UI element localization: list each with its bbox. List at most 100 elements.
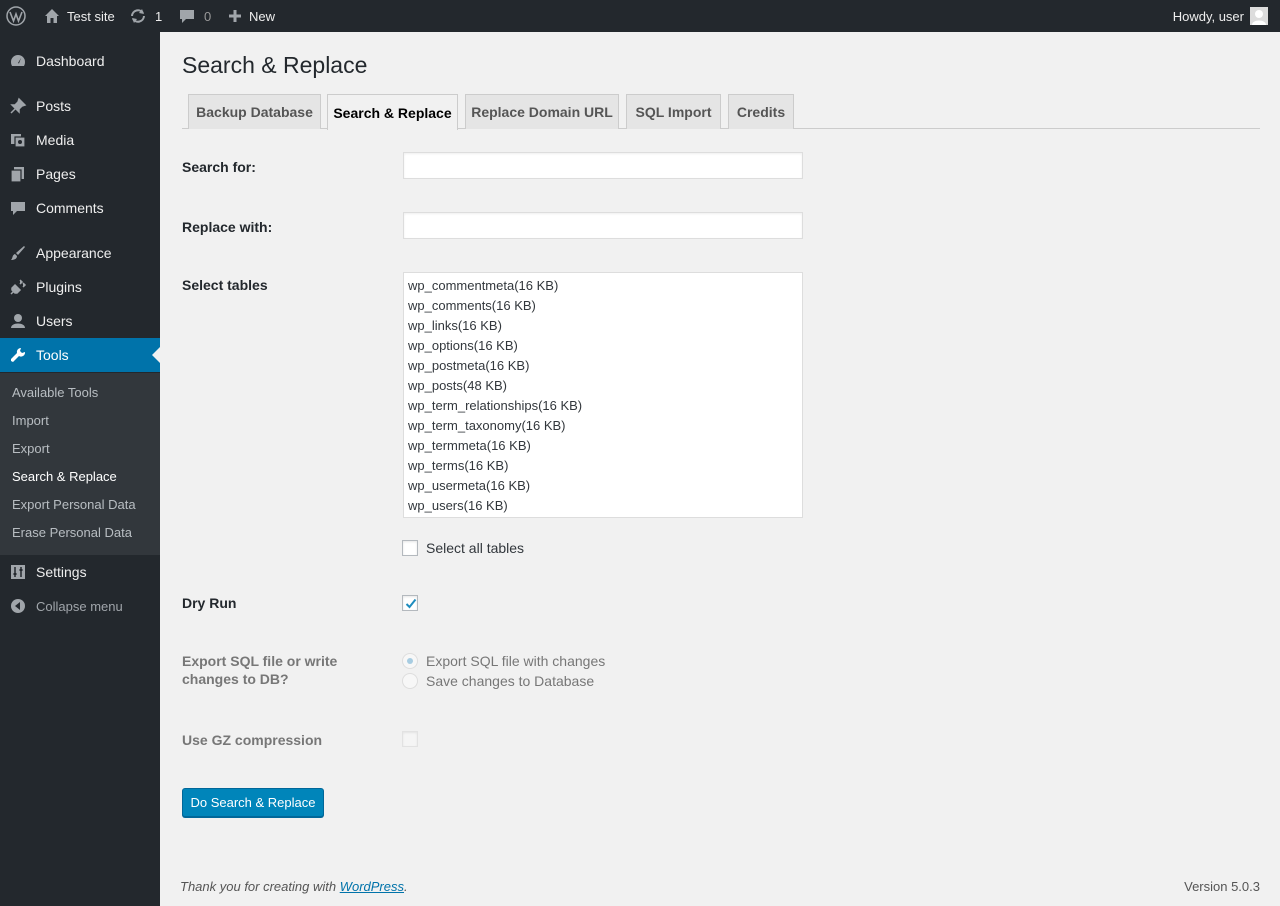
new-label: New <box>249 8 276 24</box>
tab-backup-database[interactable]: Backup Database <box>188 94 321 129</box>
menu-item-media[interactable]: Media <box>0 123 160 157</box>
save-to-db-radio[interactable] <box>402 673 418 689</box>
menu-item-tools[interactable]: Tools <box>0 338 160 372</box>
media-icon <box>0 131 36 149</box>
menu-label-pages: Pages <box>36 166 76 182</box>
table-option[interactable]: wp_postmeta(16 KB) <box>408 356 802 376</box>
table-option[interactable]: wp_usermeta(16 KB) <box>408 476 802 496</box>
updates-count: 1 <box>155 8 163 24</box>
tools-submenu: Available Tools Import Export Search & R… <box>0 373 160 555</box>
submenu-item-available-tools[interactable]: Available Tools <box>12 385 98 400</box>
replace-with-label: Replace with: <box>182 219 273 235</box>
collapse-menu-button[interactable]: Collapse menu <box>0 589 160 623</box>
table-option[interactable]: wp_terms(16 KB) <box>408 456 802 476</box>
wordpress-link[interactable]: WordPress <box>340 879 404 894</box>
pushpin-icon <box>0 97 36 115</box>
menu-item-appearance[interactable]: Appearance <box>0 236 160 270</box>
table-option[interactable]: wp_comments(16 KB) <box>408 296 802 316</box>
tab-sql-import[interactable]: SQL Import <box>626 94 721 129</box>
menu-label-appearance: Appearance <box>36 245 112 261</box>
admin-menu: Dashboard Posts Media Pages Comments App… <box>0 32 160 906</box>
save-to-db-option-label: Save changes to Database <box>426 673 595 689</box>
howdy-text: Howdy, user <box>1172 8 1244 24</box>
new-content-link[interactable]: New <box>227 0 275 32</box>
updates-icon <box>131 9 145 23</box>
main-content: Search & Replace Backup Database Search … <box>160 32 1280 906</box>
menu-label-dashboard: Dashboard <box>36 53 105 69</box>
comment-bubble-icon <box>180 10 194 23</box>
submenu-item-import[interactable]: Import <box>12 413 49 428</box>
avatar <box>1250 7 1268 25</box>
dry-run-checkbox[interactable] <box>402 595 418 611</box>
tab-credits[interactable]: Credits <box>728 94 794 129</box>
submenu-item-search-replace[interactable]: Search & Replace <box>12 469 117 484</box>
footer-thanks-suffix: . <box>404 879 408 894</box>
comments-count: 0 <box>204 8 212 24</box>
admin-bar: Test site 1 0 New Howdy, user <box>0 0 1280 32</box>
menu-label-comments: Comments <box>36 200 104 216</box>
menu-item-pages[interactable]: Pages <box>0 157 160 191</box>
tab-search-replace[interactable]: Search & Replace <box>327 94 458 130</box>
select-tables-label: Select tables <box>182 277 268 293</box>
table-option[interactable]: wp_links(16 KB) <box>408 316 802 336</box>
do-search-replace-button[interactable]: Do Search & Replace <box>182 788 324 817</box>
collapse-menu-label: Collapse menu <box>36 598 123 614</box>
menu-item-settings[interactable]: Settings <box>0 555 160 589</box>
updates-link[interactable]: 1 <box>129 0 162 32</box>
menu-item-comments[interactable]: Comments <box>0 191 160 225</box>
pages-icon <box>0 165 36 183</box>
collapse-arrow-icon <box>0 598 36 614</box>
table-option[interactable]: wp_term_taxonomy(16 KB) <box>408 416 802 436</box>
replace-input[interactable] <box>403 212 803 239</box>
wrench-icon <box>0 346 36 364</box>
export-sql-label: Export SQL file or write changes to DB? <box>182 653 338 687</box>
table-option[interactable]: wp_posts(48 KB) <box>408 376 802 396</box>
tab-replace-domain-url[interactable]: Replace Domain URL <box>465 94 619 129</box>
table-option[interactable]: wp_users(16 KB) <box>408 496 802 516</box>
wordpress-logo-icon[interactable] <box>6 0 26 32</box>
radio-selected-dot <box>407 658 413 664</box>
search-input[interactable] <box>403 152 803 179</box>
table-option[interactable]: wp_term_relationships(16 KB) <box>408 396 802 416</box>
menu-label-tools: Tools <box>36 347 69 363</box>
footer-thanks: Thank you for creating with WordPress. <box>180 879 408 894</box>
checkmark-icon <box>405 598 417 609</box>
comments-link[interactable]: 0 <box>178 0 211 32</box>
export-sql-radio[interactable] <box>402 653 418 669</box>
current-menu-arrow <box>152 347 160 363</box>
table-option[interactable]: wp_options(16 KB) <box>408 336 802 356</box>
table-option[interactable]: wp_commentmeta(16 KB) <box>408 276 802 296</box>
table-option[interactable]: wp_termmeta(16 KB) <box>408 436 802 456</box>
select-all-checkbox[interactable] <box>402 540 418 556</box>
paintbrush-icon <box>0 244 36 262</box>
site-name-link[interactable]: Test site <box>43 0 115 32</box>
select-all-label: Select all tables <box>426 540 525 556</box>
menu-label-users: Users <box>36 313 73 329</box>
home-icon <box>45 9 59 23</box>
tables-multiselect[interactable]: wp_commentmeta(16 KB) wp_comments(16 KB) w… <box>403 272 803 518</box>
menu-item-posts[interactable]: Posts <box>0 89 160 123</box>
submenu-item-export-personal-data[interactable]: Export Personal Data <box>12 497 136 512</box>
export-sql-option-label: Export SQL file with changes <box>426 653 606 669</box>
gz-compression-label: Use GZ compression <box>182 732 323 748</box>
comments-icon <box>0 199 36 217</box>
user-icon <box>0 312 36 330</box>
nav-tab-wrapper: Backup Database Search & Replace Replace… <box>182 94 1260 130</box>
submenu-item-erase-personal-data[interactable]: Erase Personal Data <box>12 525 132 540</box>
menu-item-dashboard[interactable]: Dashboard <box>0 44 160 78</box>
my-account-link[interactable]: Howdy, user <box>1173 0 1268 32</box>
menu-item-plugins[interactable]: Plugins <box>0 270 160 304</box>
menu-label-posts: Posts <box>36 98 72 114</box>
footer-version: Version 5.0.3 <box>1184 879 1260 894</box>
site-name: Test site <box>67 8 115 24</box>
menu-item-users[interactable]: Users <box>0 304 160 338</box>
dry-run-label: Dry Run <box>182 595 237 611</box>
search-for-label: Search for: <box>182 159 256 175</box>
dashboard-icon <box>0 52 36 70</box>
submenu-item-export[interactable]: Export <box>12 441 50 456</box>
menu-label-plugins: Plugins <box>36 279 82 295</box>
menu-label-media: Media <box>36 132 75 148</box>
settings-sliders-icon <box>0 563 36 581</box>
gz-compression-checkbox[interactable] <box>402 731 418 747</box>
menu-label-settings: Settings <box>36 564 87 580</box>
